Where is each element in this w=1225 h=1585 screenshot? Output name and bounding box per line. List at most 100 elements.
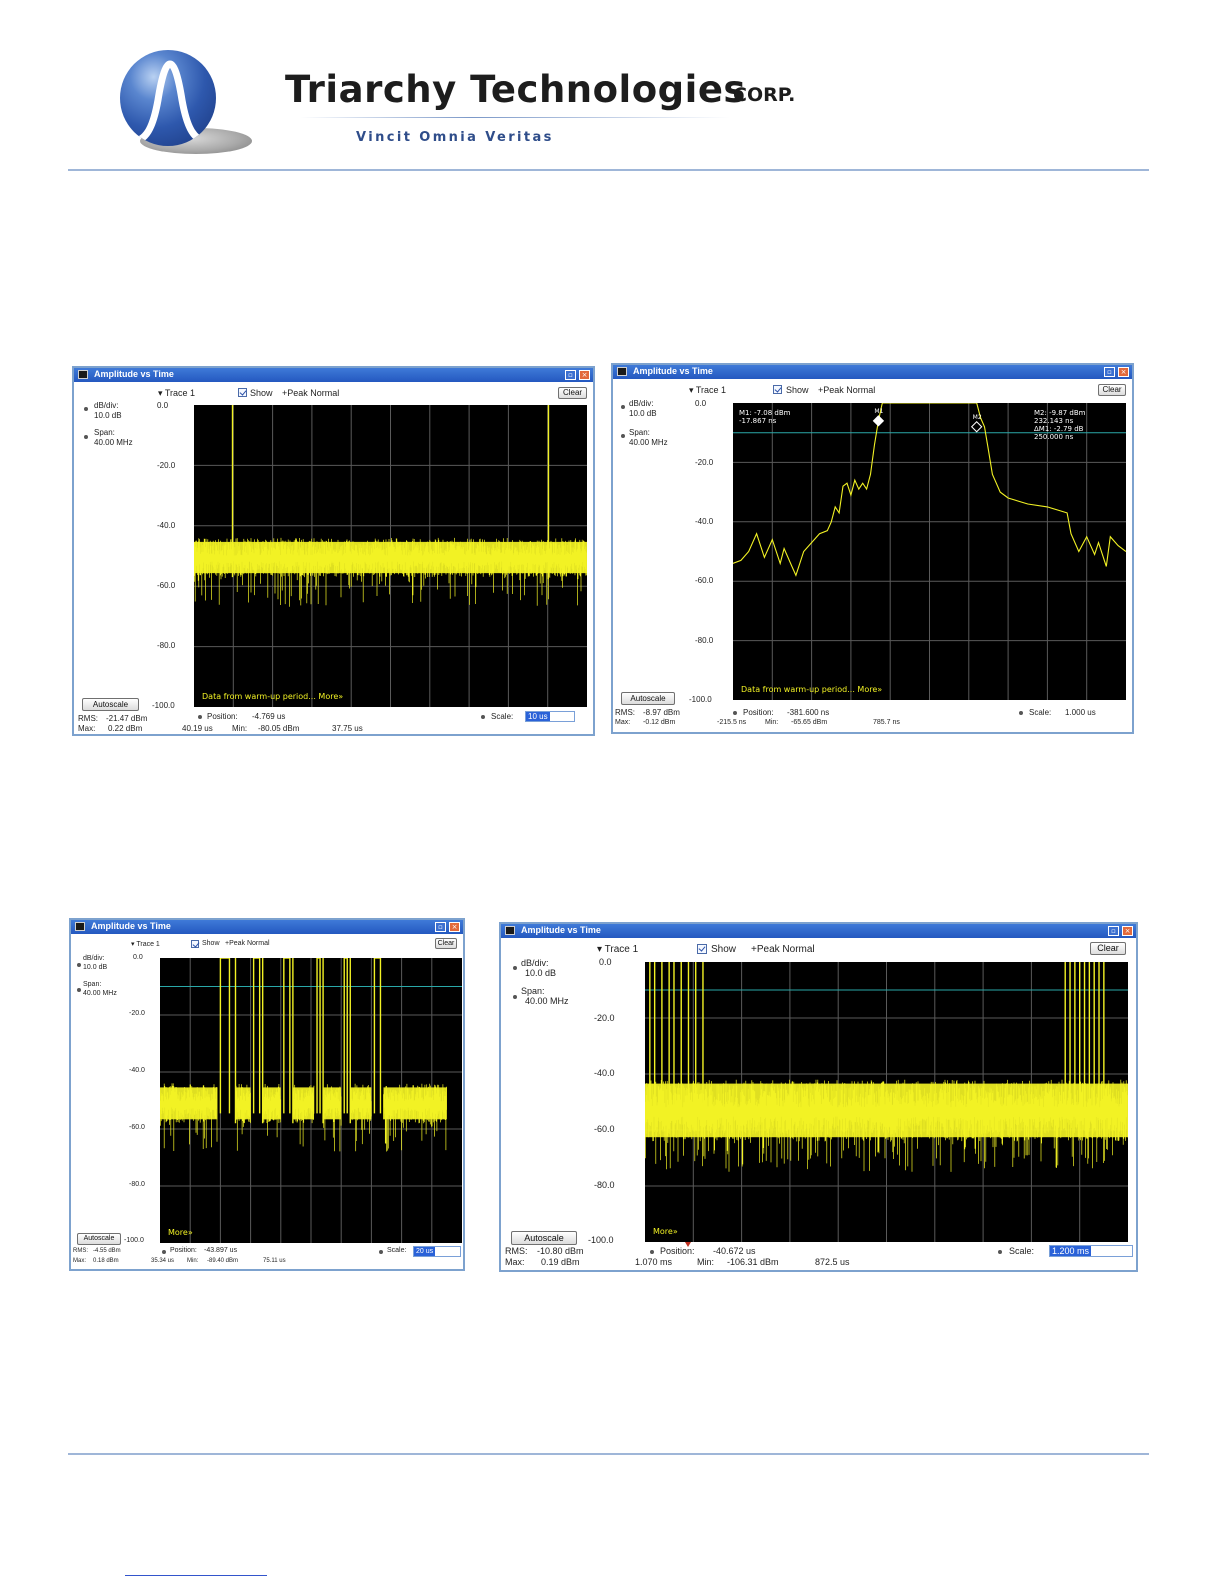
position-label: Position: [743, 708, 774, 717]
trace-selector-label: Trace 1 [604, 944, 639, 955]
autoscale-button[interactable]: Autoscale [82, 698, 139, 711]
span-value[interactable]: 40.00 MHz [525, 996, 569, 1006]
trace-selector[interactable]: ▾ Trace 1 [158, 388, 195, 399]
close-button[interactable]: × [579, 370, 590, 380]
dbdiv-value[interactable]: 10.0 dB [83, 964, 107, 971]
y-tick-label: -60.0 [695, 576, 714, 585]
window-titlebar: Amplitude vs Time ▫ × [74, 368, 593, 382]
marker-readout: M1: -7.08 dBm [739, 409, 791, 417]
span-value[interactable]: 40.00 MHz [94, 438, 133, 447]
dbdiv-value[interactable]: 10.0 dB [629, 409, 657, 418]
span-value[interactable]: 40.00 MHz [83, 990, 117, 997]
footer-link-underline[interactable] [125, 1575, 267, 1576]
window-title: Amplitude vs Time [94, 369, 174, 379]
dbdiv-bullet [513, 966, 517, 970]
max-time: 40.19 us [182, 724, 213, 733]
window-title: Amplitude vs Time [91, 921, 171, 931]
marker-label: M1 [874, 408, 883, 415]
y-tick-label: -40.0 [695, 517, 714, 526]
dbdiv-label: dB/div: [521, 958, 549, 968]
scale-label: Scale: [1009, 1246, 1035, 1256]
restore-button[interactable]: ▫ [435, 922, 446, 932]
y-tick-label: -100.0 [588, 1235, 614, 1245]
window-title: Amplitude vs Time [521, 925, 601, 935]
detector-mode[interactable]: +Peak Normal [282, 388, 339, 398]
plot-canvas: M1 M1: -7.08 dBm-17.867 ns M2 M2: -9.87 dBm… [733, 403, 1126, 700]
y-tick-label: -20.0 [157, 461, 176, 470]
rms-label: RMS: [615, 708, 635, 717]
window-titlebar: Amplitude vs Time ▫ × [613, 365, 1132, 379]
clear-button[interactable]: Clear [435, 938, 457, 949]
restore-button[interactable]: ▫ [1108, 926, 1119, 936]
trace-selector[interactable]: ▾ Trace 1 [689, 385, 726, 396]
detector-mode[interactable]: +Peak Normal [818, 385, 875, 395]
app-icon [78, 370, 88, 379]
amplitude-window-1: Amplitude vs Time ▫ × ▾ Trace 1 Show +Pe… [72, 366, 595, 736]
min-time: 37.75 us [332, 724, 363, 733]
brand-underline [300, 117, 730, 118]
autoscale-button[interactable]: Autoscale [621, 692, 675, 705]
position-value[interactable]: -40.672 us [713, 1246, 756, 1256]
restore-button[interactable]: ▫ [565, 370, 576, 380]
marker-label: M2 [973, 414, 982, 421]
y-tick-label: -40.0 [157, 521, 176, 530]
show-label: Show [202, 940, 220, 947]
min-time: 872.5 us [815, 1257, 850, 1267]
show-label: Show [786, 385, 809, 395]
status-message: More» [653, 1227, 678, 1236]
scale-input[interactable]: 20 us [413, 1246, 461, 1257]
clear-button[interactable]: Clear [1098, 384, 1126, 396]
y-tick-label: -40.0 [594, 1068, 615, 1078]
amplitude-plot[interactable]: More» [160, 958, 462, 1243]
show-checkbox[interactable] [697, 944, 707, 954]
y-tick-label: -80.0 [594, 1180, 615, 1190]
show-checkbox[interactable] [191, 940, 199, 948]
show-label: Show [711, 944, 737, 955]
dbdiv-value[interactable]: 10.0 dB [525, 968, 556, 978]
position-value[interactable]: -43.897 us [204, 1247, 237, 1254]
dbdiv-bullet [621, 405, 625, 409]
position-value[interactable]: -4.769 us [252, 712, 285, 721]
y-tick-label: -20.0 [594, 1013, 615, 1023]
plot-canvas: More» [160, 958, 462, 1243]
company-logo [118, 48, 253, 158]
min-time: 75.11 us [263, 1258, 286, 1264]
restore-button[interactable]: ▫ [1104, 367, 1115, 377]
show-checkbox[interactable] [773, 385, 782, 394]
clear-button[interactable]: Clear [558, 387, 587, 399]
rms-value: -10.80 dBm [537, 1246, 584, 1256]
min-value: -89.40 dBm [207, 1258, 239, 1264]
close-button[interactable]: × [1118, 367, 1129, 377]
scale-input-value: 20 us [414, 1247, 436, 1256]
clear-button[interactable]: Clear [1090, 942, 1126, 955]
min-label: Min: [765, 719, 779, 726]
scale-value[interactable]: 1.000 us [1065, 708, 1096, 717]
close-button[interactable]: × [1122, 926, 1133, 936]
trace-selector[interactable]: ▾ Trace 1 [131, 940, 160, 948]
autoscale-button[interactable]: Autoscale [511, 1231, 577, 1245]
max-time: 1.070 ms [635, 1257, 673, 1267]
span-value[interactable]: 40.00 MHz [629, 438, 668, 447]
scale-input[interactable]: 10 us [525, 711, 575, 722]
show-checkbox[interactable] [238, 388, 247, 397]
trace-selector-label: Trace 1 [164, 388, 196, 398]
amplitude-plot[interactable]: More» [645, 962, 1128, 1242]
close-button[interactable]: × [449, 922, 460, 932]
max-label: Max: [615, 719, 631, 726]
max-time: 35.34 us [151, 1258, 175, 1264]
autoscale-button[interactable]: Autoscale [77, 1233, 121, 1245]
trace-selector[interactable]: ▾ Trace 1 [597, 944, 638, 955]
dbdiv-value[interactable]: 10.0 dB [94, 411, 122, 420]
scale-label: Scale: [1029, 708, 1052, 717]
position-value[interactable]: -381.600 ns [787, 708, 829, 717]
scale-bullet [379, 1250, 383, 1254]
max-time: -215.5 ns [717, 719, 747, 726]
brand-corp: CORP. [733, 84, 796, 106]
min-label: Min: [187, 1258, 199, 1264]
scale-input[interactable]: 1.200 ms [1049, 1245, 1133, 1257]
amplitude-plot[interactable]: Data from warm-up period... More» [194, 405, 587, 707]
detector-mode[interactable]: +Peak Normal [751, 944, 815, 955]
amplitude-plot[interactable]: M1 M1: -7.08 dBm -17.867 ns M2 M2: -9.87 dBm… [733, 403, 1126, 700]
detector-mode[interactable]: +Peak Normal [225, 940, 270, 947]
trace-selector-label: Trace 1 [136, 941, 160, 948]
